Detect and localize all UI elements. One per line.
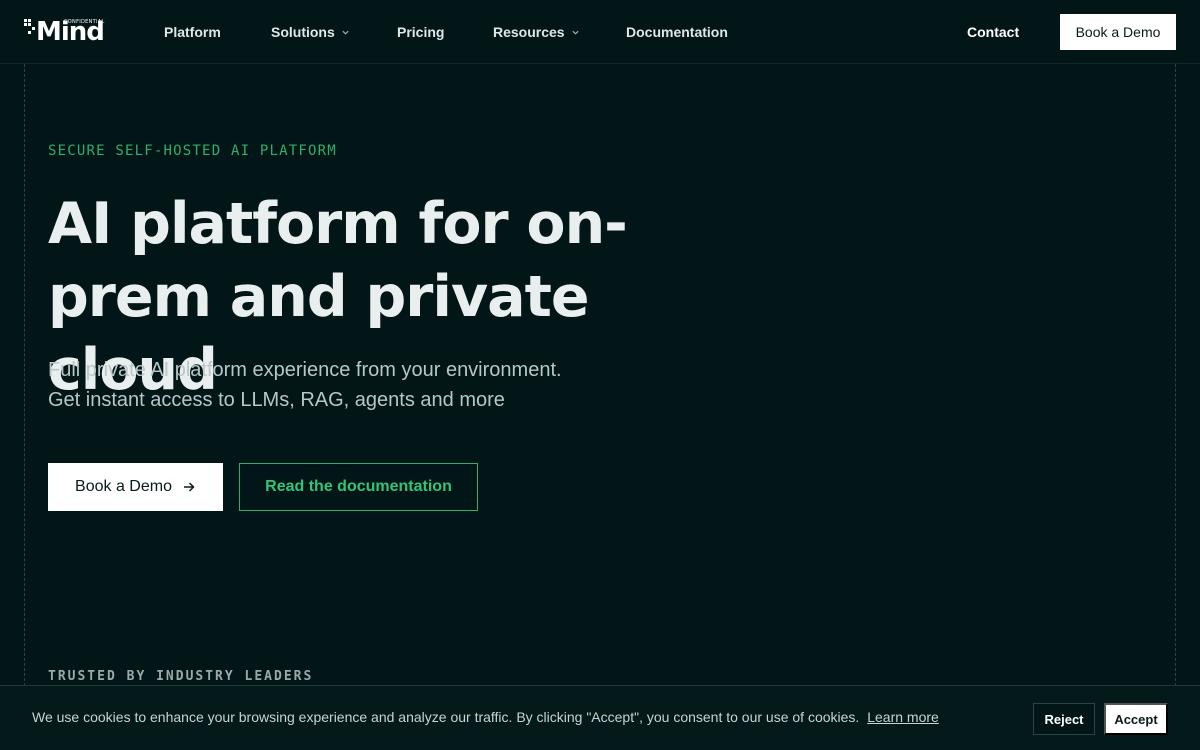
hero-book-demo-button[interactable]: Book a Demo (48, 463, 223, 511)
chevron-down-icon (571, 30, 579, 35)
nav-solutions[interactable]: Solutions (271, 22, 350, 42)
hero-subtitle-line-1: Full private AI platform experience from… (48, 359, 562, 381)
hero-title-line-1: AI platform for on- (48, 191, 628, 257)
nav-pricing-label: Pricing (397, 24, 445, 40)
cookie-message-text: We use cookies to enhance your browsing … (32, 709, 860, 725)
nav-pricing[interactable]: Pricing (397, 22, 444, 42)
chevron-down-icon (342, 30, 349, 35)
hero-book-demo-label: Book a Demo (75, 478, 172, 495)
nav-documentation[interactable]: Documentation (626, 22, 728, 42)
nav-book-demo-button[interactable]: Book a Demo (1060, 14, 1176, 50)
hero-subtitle: Full private AI platform experience from… (48, 355, 648, 415)
confidential-mind-logo[interactable]: CONFIDENTIAL Mind (24, 17, 106, 47)
nav-documentation-label: Documentation (626, 24, 728, 40)
cookie-reject-button[interactable]: Reject (1033, 703, 1095, 735)
top-navigation: CONFIDENTIAL Mind Platform Solutions Pri… (0, 0, 1200, 64)
frame-divider-left (24, 64, 25, 686)
nav-contact-link[interactable]: Contact (967, 22, 1019, 42)
nav-resources[interactable]: Resources (493, 22, 580, 42)
nav-platform[interactable]: Platform (164, 22, 221, 42)
hero-eyebrow: SECURE SELF-HOSTED AI PLATFORM (48, 143, 337, 159)
nav-solutions-label: Solutions (271, 24, 335, 40)
cookie-accept-button[interactable]: Accept (1104, 703, 1168, 735)
arrow-right-icon (183, 482, 195, 492)
read-documentation-button[interactable]: Read the documentation (239, 463, 478, 511)
logo-wordmark: Mind (36, 17, 105, 47)
cookie-learn-more-link[interactable]: Learn more (867, 709, 939, 725)
nav-platform-label: Platform (164, 24, 221, 40)
trusted-by-heading: TRUSTED BY INDUSTRY LEADERS (48, 669, 314, 684)
nav-resources-label: Resources (493, 24, 565, 40)
cookie-message: We use cookies to enhance your browsing … (32, 709, 939, 725)
hero-subtitle-line-2: Get instant access to LLMs, RAG, agents … (48, 389, 505, 411)
frame-divider-right (1175, 64, 1176, 686)
cookie-consent-banner: We use cookies to enhance your browsing … (0, 685, 1200, 750)
